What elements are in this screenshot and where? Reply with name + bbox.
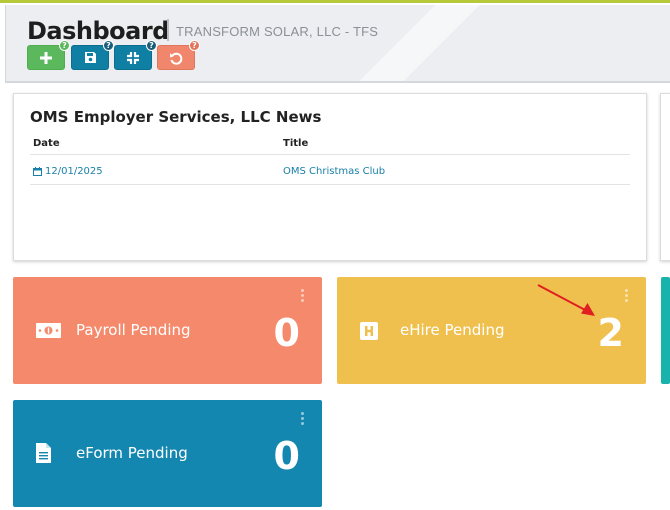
hire-icon <box>360 322 378 340</box>
tile-count: 2 <box>597 311 624 355</box>
minimize-button[interactable]: ? <box>114 40 157 70</box>
partial-tile[interactable] <box>661 277 670 384</box>
calendar-icon <box>33 167 42 176</box>
side-panel <box>660 93 670 261</box>
news-date: 12/01/2025 <box>45 166 103 177</box>
tile-count: 0 <box>273 434 300 478</box>
plus-icon <box>40 51 52 64</box>
title-divider <box>167 19 169 41</box>
top-accent-line <box>0 0 670 3</box>
tile-label: eForm Pending <box>76 444 188 462</box>
news-item-link[interactable]: OMS Christmas Club <box>283 166 385 177</box>
tile-menu-icon[interactable] <box>301 289 305 302</box>
annotation-arrow-icon <box>537 284 595 316</box>
save-icon <box>84 52 96 63</box>
news-row-date: 12/01/2025 <box>33 166 103 177</box>
undo-button[interactable]: ? <box>157 40 200 70</box>
payroll-pending-tile[interactable]: Payroll Pending 0 <box>13 277 322 384</box>
tile-label: Payroll Pending <box>76 321 191 339</box>
news-title: OMS Employer Services, LLC News <box>30 108 322 126</box>
tile-menu-icon[interactable] <box>301 412 305 425</box>
add-button[interactable]: ? <box>27 40 70 70</box>
column-header-date: Date <box>33 138 60 149</box>
help-icon[interactable]: ? <box>189 40 200 51</box>
tile-label: eHire Pending <box>400 321 505 339</box>
header-divider <box>30 154 630 155</box>
company-name: TRANSFORM SOLAR, LLC - TFS <box>176 24 379 39</box>
help-icon[interactable]: ? <box>59 40 70 51</box>
news-panel: OMS Employer Services, LLC News Date Tit… <box>13 93 647 261</box>
eform-pending-tile[interactable]: eForm Pending 0 <box>13 400 322 507</box>
help-icon[interactable]: ? <box>146 40 157 51</box>
minimize-icon <box>127 51 139 64</box>
tile-menu-icon[interactable] <box>625 289 629 302</box>
help-icon[interactable]: ? <box>103 40 114 51</box>
document-icon <box>36 443 51 463</box>
column-header-title: Title <box>283 138 309 149</box>
page-header: Dashboard TRANSFORM SOLAR, LLC - TFS ? ?… <box>5 5 670 83</box>
tile-count: 0 <box>273 311 300 355</box>
money-icon <box>36 323 61 338</box>
save-button[interactable]: ? <box>71 40 114 70</box>
row-divider <box>30 184 630 185</box>
undo-icon <box>170 52 183 65</box>
